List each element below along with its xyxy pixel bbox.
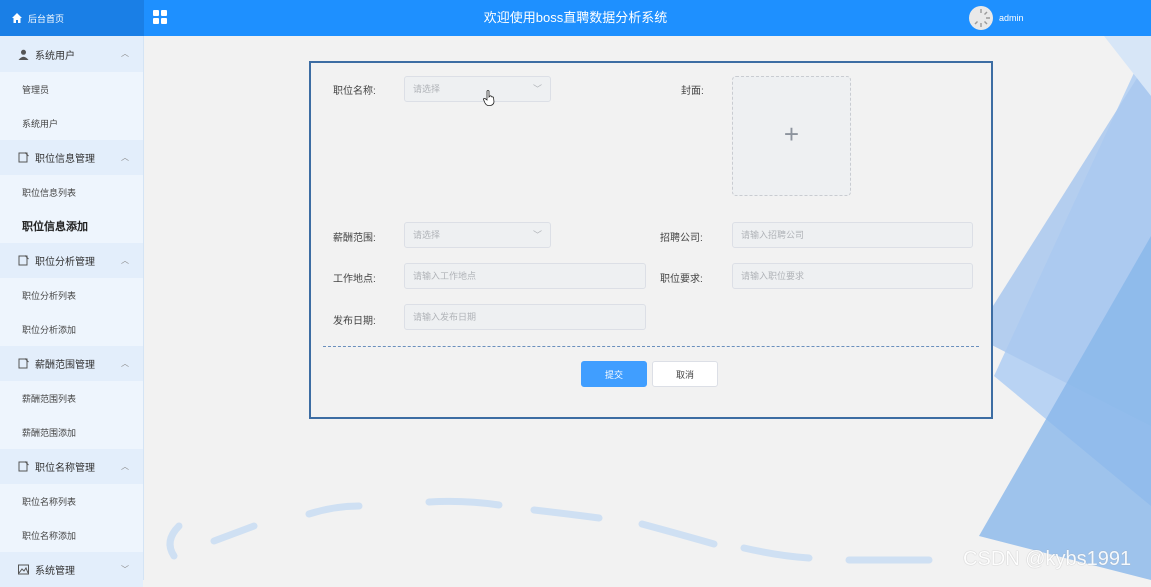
- doc-icon: [18, 255, 29, 266]
- requirement-label: 职位要求:: [660, 274, 703, 285]
- publish-date-label: 发布日期:: [333, 316, 376, 327]
- cover-label: 封面:: [681, 86, 704, 97]
- sidebar-group-job-info[interactable]: 职位信息管理 ︿: [0, 140, 143, 175]
- top-bar: 后台首页 欢迎使用boss直聘数据分析系统 admin: [0, 0, 1151, 36]
- sidebar-item-job-analysis-add[interactable]: 职位分析添加: [0, 312, 143, 346]
- sidebar-group-label: 职位信息管理: [35, 154, 95, 165]
- chevron-up-icon: ︿: [121, 49, 129, 58]
- sidebar-group-label: 职位分析管理: [35, 257, 95, 268]
- sidebar-group-system-users[interactable]: 系统用户 ︿: [0, 36, 143, 72]
- publish-date-input[interactable]: 请输入发布日期: [404, 304, 646, 330]
- form-divider: [323, 346, 979, 347]
- sidebar-item-system-users[interactable]: 系统用户: [0, 106, 143, 140]
- sidebar-group-system-admin[interactable]: 系统管理 ﹀: [0, 552, 143, 587]
- watermark: CSDN @kybs1991: [963, 548, 1132, 570]
- chevron-up-icon: ︿: [121, 256, 129, 265]
- sidebar-item-job-info-list[interactable]: 职位信息列表: [0, 175, 143, 209]
- doc-icon: [18, 358, 29, 369]
- plus-icon: +: [783, 119, 800, 149]
- salary-placeholder: 请选择: [413, 230, 441, 240]
- cancel-button[interactable]: 取消: [652, 361, 718, 387]
- sidebar-item-job-name-add[interactable]: 职位名称添加: [0, 518, 143, 552]
- hand-cursor-icon: [483, 90, 495, 106]
- sidebar-group-job-analysis[interactable]: 职位分析管理 ︿: [0, 243, 143, 278]
- cover-upload[interactable]: +: [732, 76, 851, 196]
- doc-icon: [18, 461, 29, 472]
- chevron-up-icon: ︿: [121, 359, 129, 368]
- sidebar: 系统用户 ︿ 管理员 系统用户 职位信息管理 ︿ 职位信息列表 职位信息添加 职…: [0, 36, 144, 587]
- chevron-down-icon: ﹀: [532, 84, 542, 94]
- company-input[interactable]: 请输入招聘公司: [732, 222, 973, 248]
- username[interactable]: admin: [999, 0, 1024, 36]
- job-name-placeholder: 请选择: [413, 84, 441, 94]
- salary-label: 薪酬范围:: [333, 233, 376, 244]
- sidebar-item-admins[interactable]: 管理员: [0, 72, 143, 106]
- location-input[interactable]: 请输入工作地点: [404, 263, 646, 289]
- sidebar-item-salary-range-add[interactable]: 薪酬范围添加: [0, 415, 143, 449]
- job-name-label: 职位名称:: [333, 86, 376, 97]
- user-icon: [18, 49, 29, 60]
- requirement-input[interactable]: 请输入职位要求: [732, 263, 973, 289]
- salary-select[interactable]: 请选择 ﹀: [404, 222, 551, 248]
- image-icon: [18, 564, 29, 575]
- sidebar-group-label: 职位名称管理: [35, 463, 95, 474]
- location-label: 工作地点:: [333, 274, 376, 285]
- job-name-select[interactable]: 请选择 ﹀: [404, 76, 551, 102]
- sidebar-group-label: 系统用户: [35, 50, 75, 62]
- sidebar-item-job-analysis-list[interactable]: 职位分析列表: [0, 278, 143, 312]
- sidebar-item-job-name-list[interactable]: 职位名称列表: [0, 484, 143, 518]
- avatar[interactable]: [969, 6, 993, 30]
- chevron-down-icon: ﹀: [532, 230, 542, 240]
- sidebar-item-salary-range-list[interactable]: 薪酬范围列表: [0, 381, 143, 415]
- submit-button[interactable]: 提交: [581, 361, 647, 387]
- chevron-up-icon: ︿: [121, 462, 129, 471]
- sidebar-group-label: 系统管理: [35, 566, 75, 577]
- sidebar-group-salary-range[interactable]: 薪酬范围管理 ︿: [0, 346, 143, 381]
- sidebar-group-job-name[interactable]: 职位名称管理 ︿: [0, 449, 143, 484]
- company-label: 招聘公司:: [660, 233, 703, 244]
- doc-icon: [18, 152, 29, 163]
- sidebar-group-label: 薪酬范围管理: [35, 360, 95, 371]
- chevron-up-icon: ︿: [121, 153, 129, 162]
- sidebar-item-job-info-add[interactable]: 职位信息添加: [0, 209, 143, 243]
- chevron-down-icon: ﹀: [121, 565, 129, 574]
